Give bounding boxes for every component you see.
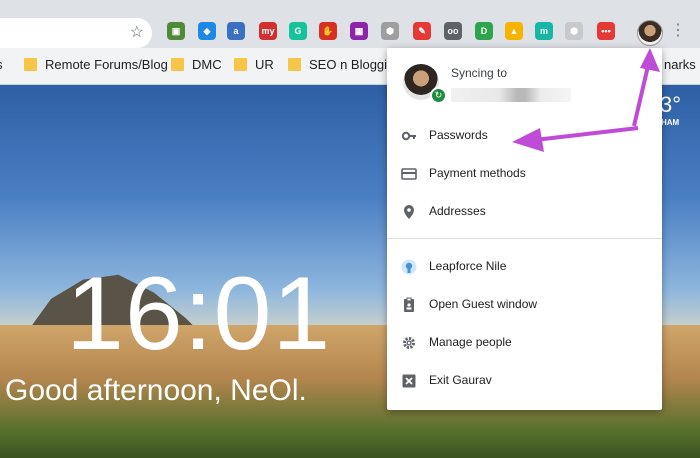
arrow-to-passwords: [512, 126, 639, 152]
arrow-to-avatar: [632, 48, 660, 127]
annotation-arrows: [512, 48, 660, 152]
